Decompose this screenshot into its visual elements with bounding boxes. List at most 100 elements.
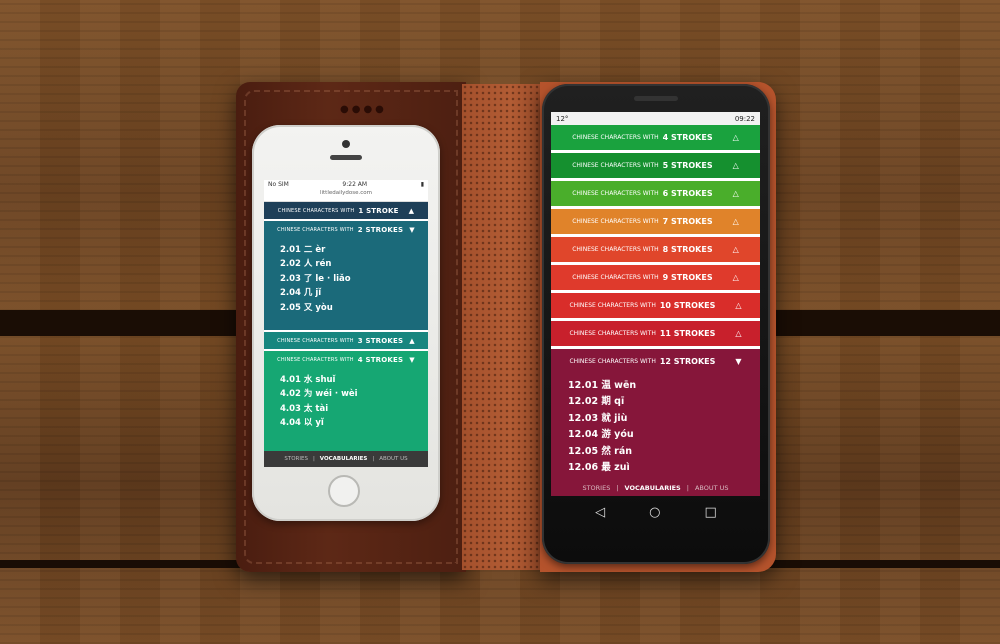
header-prefix: CHINESE CHARACTERS WITH [277,337,354,344]
header-prefix: CHINESE CHARACTERS WITH [569,302,656,309]
section-header-8-strokes[interactable]: CHINESE CHARACTERS WITH 8 STROKES △ [551,237,760,265]
section-header-4-strokes[interactable]: CHINESE CHARACTERS WITH 4 STROKES ▼ [264,351,428,368]
header-prefix: CHINESE CHARACTERS WITH [572,274,659,281]
character-item[interactable]: 12.06 最 zuì [568,460,743,476]
earpiece-speaker [330,155,362,160]
header-prefix: CHINESE CHARACTERS WITH [572,190,659,197]
collapse-icon: ▲ [408,206,415,215]
character-item[interactable]: 12.02 期 qī [568,394,743,410]
character-item[interactable]: 12.05 然 rán [568,444,743,460]
earpiece-speaker [634,96,678,101]
collapse-icon: △ [732,217,739,226]
header-prefix: CHINESE CHARACTERS WITH [572,218,659,225]
character-item[interactable]: 12.04 游 yóu [568,427,743,443]
header-prefix: CHINESE CHARACTERS WITH [277,226,354,233]
header-strokes: 10 STROKES [659,301,716,310]
back-icon[interactable]: ◁ [595,505,605,520]
bottom-nav: STORIES | VOCABULARIES | ABOUT US [551,480,760,496]
nav-about-us[interactable]: ABOUT US [379,456,407,462]
header-strokes: 8 STROKES [662,245,713,254]
bottom-nav: STORIES | VOCABULARIES | ABOUT US [264,451,428,467]
header-strokes: 6 STROKES [662,189,713,198]
android-screen: 12° 09:22 CHINESE CHARACTERS WITH 4 STROK… [551,112,760,496]
section-12-strokes: 12.01 温 wēn 12.02 期 qī 12.03 就 jiù 12.04… [551,374,760,496]
header-prefix: CHINESE CHARACTERS WITH [572,246,659,253]
nav-separator: | [372,456,375,462]
header-strokes: 9 STROKES [662,273,713,282]
nav-vocabularies[interactable]: VOCABULARIES [625,484,681,492]
header-prefix: CHINESE CHARACTERS WITH [569,330,656,337]
status-time: 09:22 [734,114,755,123]
header-strokes: 4 STROKES [662,133,713,142]
character-item[interactable]: 2.01 二 èr [280,243,412,257]
collapse-icon: △ [732,189,739,198]
nav-about-us[interactable]: ABOUT US [695,484,729,492]
section-header-3-strokes[interactable]: CHINESE CHARACTERS WITH 3 STROKES ▲ [264,330,428,351]
home-button[interactable] [328,475,360,507]
character-item[interactable]: 4.02 为 wéi · wèi [280,387,412,401]
iphone-device: No SIM 9:22 AM ▮ littledailydose.com CHI… [252,125,440,521]
section-header-4-strokes[interactable]: CHINESE CHARACTERS WITH 4 STROKES △ [551,125,760,153]
header-strokes: 2 STROKES [357,225,404,234]
character-item[interactable]: 4.01 水 shuǐ [280,373,412,387]
character-item[interactable]: 4.03 太 tài [280,402,412,416]
battery-icon: ▮ [420,181,424,188]
header-strokes: 3 STROKES [357,336,404,345]
collapse-icon: ▲ [409,336,415,345]
recent-apps-icon[interactable]: □ [705,505,717,520]
wallet-dots: ●●●● [340,104,387,115]
status-time: 9:22 AM [342,181,368,188]
nav-separator: | [312,456,315,462]
header-prefix: CHINESE CHARACTERS WITH [572,134,659,141]
header-prefix: CHINESE CHARACTERS WITH [572,162,659,169]
header-prefix: CHINESE CHARACTERS WITH [277,356,354,363]
header-prefix: CHINESE CHARACTERS WITH [277,207,355,214]
collapse-icon: △ [732,245,739,254]
section-header-1-stroke[interactable]: CHINESE CHARACTERS WITH 1 STROKE ▲ [264,202,428,221]
section-2-strokes: CHINESE CHARACTERS WITH 2 STROKES ▼ 2.01… [264,221,428,330]
section-header-7-strokes[interactable]: CHINESE CHARACTERS WITH 7 STROKES △ [551,209,760,237]
collapse-icon: △ [735,301,742,310]
expand-icon: ▼ [735,357,742,366]
header-strokes: 11 STROKES [659,329,716,338]
iphone-screen: No SIM 9:22 AM ▮ littledailydose.com CHI… [264,180,428,467]
character-item[interactable]: 2.02 人 rén [280,257,412,271]
expand-icon: ▼ [409,225,415,234]
collapse-icon: △ [732,161,739,170]
character-item[interactable]: 2.03 了 le · liǎo [280,272,412,286]
weather-temp: 12° [556,114,569,123]
section-header-9-strokes[interactable]: CHINESE CHARACTERS WITH 9 STROKES △ [551,265,760,293]
collapse-icon: △ [735,329,742,338]
character-item[interactable]: 2.04 几 jǐ [280,286,412,300]
nav-vocabularies[interactable]: VOCABULARIES [320,456,368,462]
section-header-12-strokes[interactable]: CHINESE CHARACTERS WITH 12 STROKES ▼ [551,349,760,374]
header-strokes: 4 STROKES [357,355,404,364]
collapse-icon: △ [732,133,739,142]
url-bar[interactable]: littledailydose.com [264,190,428,202]
character-item[interactable]: 2.05 又 yòu [280,301,412,315]
header-strokes: 7 STROKES [662,217,713,226]
home-icon[interactable]: ○ [649,505,660,520]
nav-stories[interactable]: STORIES [582,484,610,492]
character-item[interactable]: 4.04 以 yǐ [280,416,412,430]
section-header-11-strokes[interactable]: CHINESE CHARACTERS WITH 11 STROKES △ [551,321,760,349]
android-softkeys: ◁ ○ □ [542,498,770,526]
carrier-label: No SIM [268,181,289,188]
header-strokes: 1 STROKE [358,206,399,215]
android-device: 12° 09:22 CHINESE CHARACTERS WITH 4 STROK… [542,84,770,564]
expand-icon: ▼ [409,355,415,364]
nav-stories[interactable]: STORIES [284,456,308,462]
character-item[interactable]: 12.03 就 jiù [568,411,743,427]
section-header-2-strokes[interactable]: CHINESE CHARACTERS WITH 2 STROKES ▼ [264,221,428,238]
section-header-10-strokes[interactable]: CHINESE CHARACTERS WITH 10 STROKES △ [551,293,760,321]
section-header-5-strokes[interactable]: CHINESE CHARACTERS WITH 5 STROKES △ [551,153,760,181]
character-item[interactable]: 12.01 温 wēn [568,378,743,394]
android-status-bar: 12° 09:22 [551,112,760,125]
front-camera [342,140,350,148]
nav-separator: | [616,484,619,492]
header-strokes: 12 STROKES [659,357,716,366]
nav-separator: | [686,484,689,492]
header-strokes: 5 STROKES [662,161,713,170]
section-header-6-strokes[interactable]: CHINESE CHARACTERS WITH 6 STROKES △ [551,181,760,209]
iphone-status-bar: No SIM 9:22 AM ▮ [264,180,428,190]
